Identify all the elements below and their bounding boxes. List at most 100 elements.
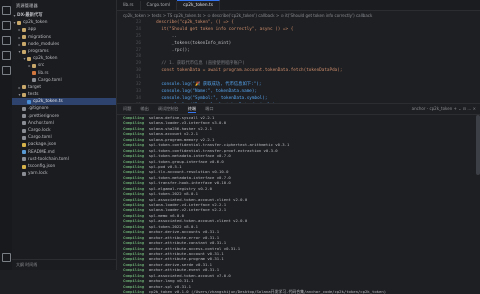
line-number: 31: [135, 75, 141, 81]
crate-name: spl-token-confidential-transfer-cipherte…: [148, 142, 290, 148]
terminal-panel: 问题 输出 调试控制台 终端 端口 anchor - cp2k_token + ⌄ ⊟ …: [117, 103, 480, 294]
code-text: console.log("Symbol:", tokenData.symbol)…: [151, 95, 268, 101]
panel-tab[interactable]: 端口: [205, 106, 213, 112]
compiling-keyword: Compiling: [123, 125, 145, 131]
tree-item[interactable]: rust-toolchain.toml: [12, 156, 116, 163]
tree-item[interactable]: README.md: [12, 149, 116, 156]
tree-item[interactable]: ▸ src: [12, 62, 116, 69]
rust-file-icon: [32, 71, 36, 76]
compiling-keyword: Compiling: [123, 202, 145, 207]
folder-file-icon: [22, 35, 26, 40]
ts-file-icon: [27, 99, 31, 104]
tree-item[interactable]: Anchor.toml: [12, 120, 116, 127]
tree-item[interactable]: ▸ node_modules: [12, 41, 116, 48]
code-text: console.log("🎉 获取成功, 代币信息如下:");: [151, 82, 262, 88]
tree-item[interactable]: .gitignore: [12, 105, 116, 112]
editor-tab[interactable]: lib.rs: [117, 1, 141, 10]
tree-item[interactable]: ▸ target: [12, 84, 116, 91]
line-number: 25: [135, 33, 141, 39]
settings-gear-icon[interactable]: [2, 253, 11, 262]
crate-name: anchor-attribute-access-control v0.31.1: [148, 245, 241, 251]
crate-name: anchor-attribute-account v0.31.1: [148, 250, 224, 256]
compiling-keyword: Compiling: [123, 256, 145, 262]
tree-item[interactable]: ▸ app: [12, 26, 116, 33]
tree-item-label: node_modules: [28, 41, 60, 47]
compiling-keyword: Compiling: [123, 136, 145, 142]
tree-item-label: cp2k_token.ts: [33, 99, 63, 105]
run-debug-icon[interactable]: [1, 51, 11, 60]
crate-name: spl-token-2022 v8.0.1: [148, 223, 198, 229]
crate-name: spl-pod v0.5.1: [148, 163, 182, 169]
tree-item-label: .gitignore: [28, 106, 49, 112]
compiling-keyword: Compiling: [123, 245, 145, 251]
panel-tab[interactable]: 输出: [140, 106, 148, 112]
compiling-keyword: Compiling: [123, 115, 145, 120]
extensions-icon[interactable]: [1, 66, 11, 75]
compiling-keyword: Compiling: [123, 191, 145, 197]
tree-item[interactable]: Cargo.toml: [12, 134, 116, 141]
tree-item[interactable]: ▸ migrations: [12, 34, 116, 41]
crate-name: anchor-attribute-error v0.31.1: [148, 234, 220, 240]
explorer-icon[interactable]: [1, 6, 11, 15]
compiling-keyword: Compiling: [123, 229, 145, 235]
lock-file-icon: [22, 171, 26, 176]
tree-item[interactable]: Cargo.lock: [12, 127, 116, 134]
crate-name: solana-sha256-hasher v2.2.1: [148, 125, 213, 131]
compiling-keyword: Compiling: [123, 169, 145, 175]
terminal-toolbar[interactable]: anchor - cp2k_token + ⌄ ⊟ … ×: [412, 106, 476, 111]
tree-item[interactable]: ▾ programs: [12, 48, 116, 55]
tree-item[interactable]: Cargo.toml: [12, 77, 116, 84]
crate-name: spl-token-2022 v8.0.1: [148, 191, 198, 197]
panel-tab[interactable]: 终端: [187, 106, 197, 113]
tree-item-label: README.md: [28, 149, 55, 155]
tree-item-label: cp2k_token: [33, 56, 58, 62]
compiling-keyword: Compiling: [123, 289, 145, 294]
code-line: 33 console.log("Name:", tokenData.name);: [123, 89, 480, 96]
code-text: const tokenData = await program.account.…: [151, 68, 343, 74]
editor-tab[interactable]: Cargo.toml: [141, 1, 178, 10]
tree-item[interactable]: tsconfig.json: [12, 163, 116, 170]
tree-item[interactable]: lib.rs: [12, 70, 116, 77]
explorer-sidebar: 资源管理器 ▾ DX-最新代写 ▾ cp2k_token ▸ app ▸ migratio…: [12, 0, 117, 270]
panel-tab[interactable]: 问题: [123, 106, 131, 112]
tree-item[interactable]: ▾ cp2k_token: [12, 55, 116, 62]
tree-item[interactable]: package.json: [12, 141, 116, 148]
crate-name: anchor-lang v0.31.1: [148, 278, 194, 284]
compiling-keyword: Compiling: [123, 158, 145, 164]
compiling-keyword: Compiling: [123, 207, 145, 213]
crate-name: spl-token-metadata-interface v0.7.0: [148, 153, 231, 159]
tree-item[interactable]: cp2k_token.ts: [12, 98, 116, 106]
compiling-keyword: Compiling: [123, 142, 145, 148]
tree-item[interactable]: .prettierignore: [12, 113, 116, 120]
source-control-icon[interactable]: [1, 36, 11, 45]
crate-name: solana-loader-v2-interface v2.2.1: [148, 207, 227, 213]
code-line: 34 console.log("Symbol:", tokenData.symb…: [123, 96, 480, 103]
compiling-keyword: Compiling: [123, 218, 145, 224]
project-root[interactable]: ▾ DX-最新代写: [12, 12, 116, 19]
tree-item-label: yarn.lock: [28, 171, 48, 177]
crate-name: spl-token-group-interface v0.6.0: [148, 158, 224, 164]
editor-tab[interactable]: cp2k_token.ts: [177, 0, 220, 10]
panel-tab[interactable]: 调试控制台: [158, 106, 179, 112]
outline-timeline-section[interactable]: 大纲 时间线: [12, 259, 116, 270]
search-icon[interactable]: [1, 21, 11, 30]
tree-item[interactable]: ▾ cp2k_token: [12, 19, 116, 26]
code-view[interactable]: 23 describe("cp2k_token", () => {24 it("…: [117, 20, 480, 108]
compiling-keyword: Compiling: [123, 196, 145, 202]
tree-item[interactable]: yarn.lock: [12, 170, 116, 177]
tree-item-label: cp2k_token: [23, 20, 48, 26]
tree-item-label: Cargo.lock: [28, 128, 51, 133]
tree-item-label: .prettierignore: [28, 113, 59, 119]
tree-item[interactable]: ▾ tests: [12, 91, 116, 98]
crate-name: anchor-spl v0.31.1: [148, 283, 191, 289]
lock-file-icon: [32, 78, 36, 83]
folder-file-icon: [32, 63, 36, 68]
breadcrumb[interactable]: cp2k_token > tests > TS cp2k_token.ts > …: [117, 11, 480, 20]
compiling-keyword: Compiling: [123, 234, 145, 240]
terminal-output[interactable]: Compiling solana-define-syscall v2.2.1 Co…: [117, 115, 480, 294]
terminal-scrollbar[interactable]: [476, 115, 480, 175]
folder-file-icon: [22, 49, 26, 54]
editor-tabs: lib.rs Cargo.toml cp2k_token.ts: [117, 0, 480, 11]
compiling-keyword: Compiling: [123, 212, 145, 218]
tree-item-label: tsconfig.json: [28, 163, 56, 169]
